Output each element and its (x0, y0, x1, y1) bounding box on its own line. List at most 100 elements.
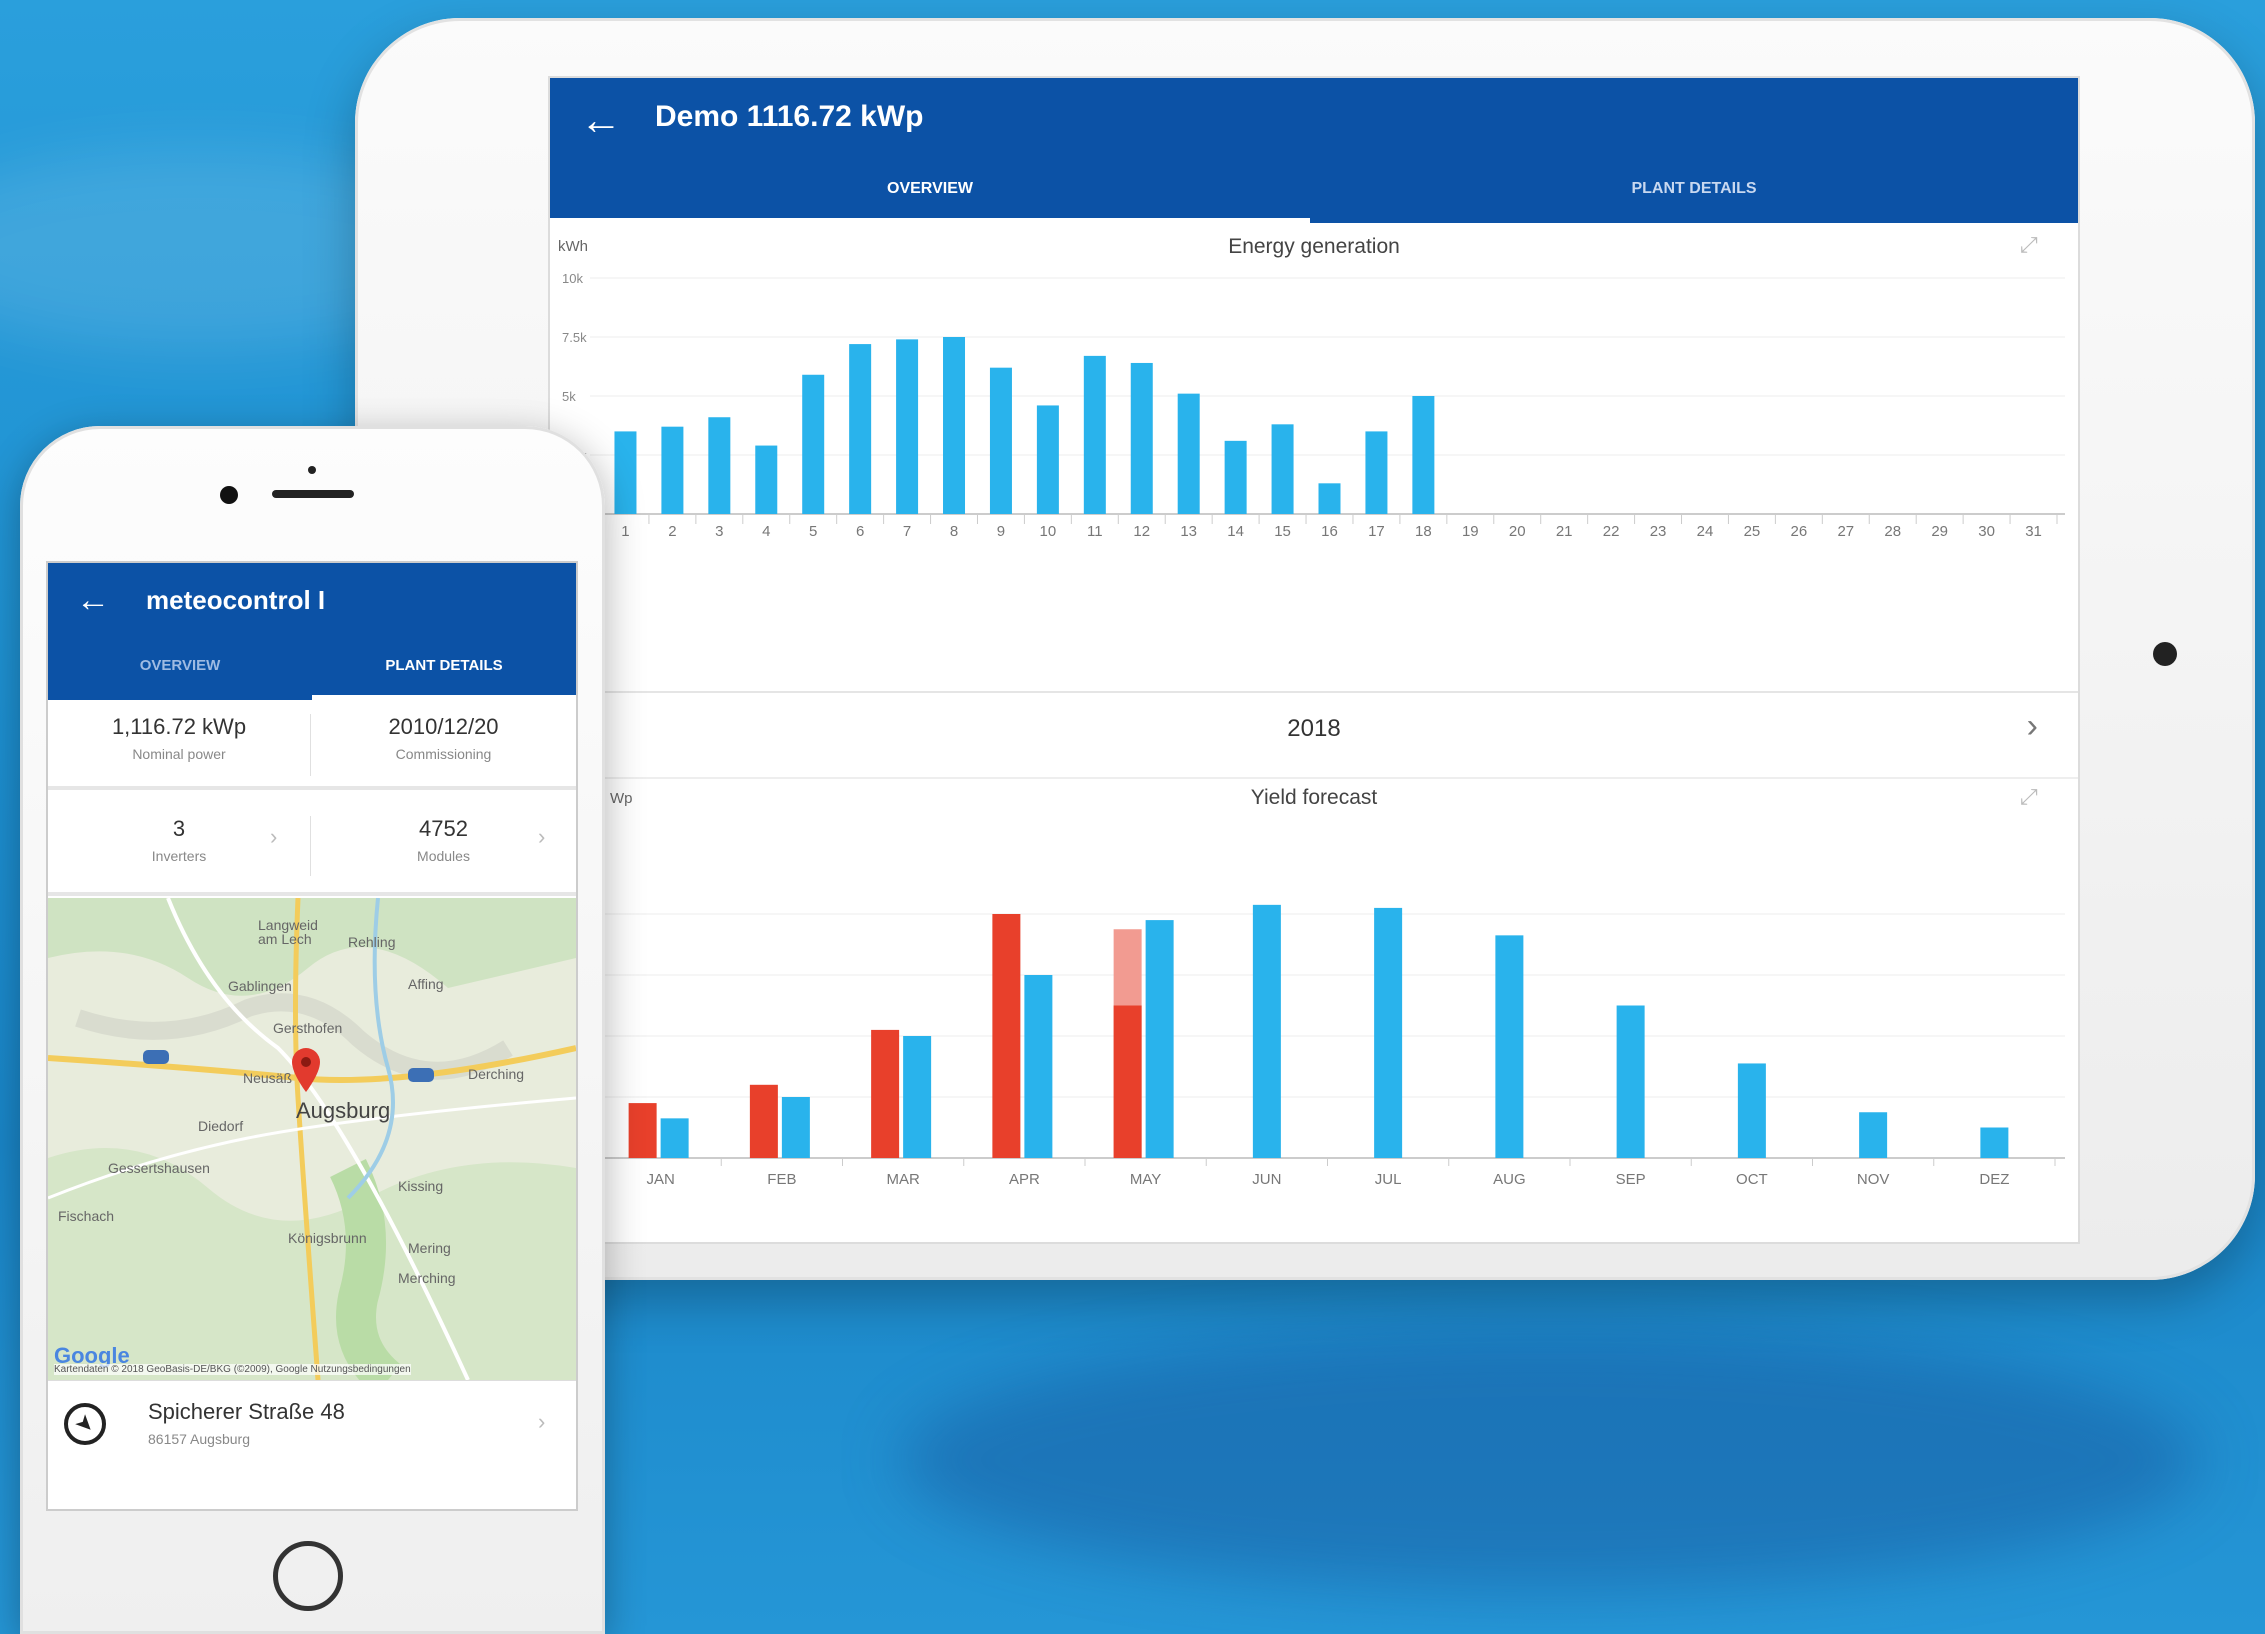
x-tick-label: 20 (1509, 523, 1526, 540)
tab-plant-details[interactable]: PLANT DETAILS (312, 657, 576, 674)
tab-overview[interactable]: OVERVIEW (550, 180, 1310, 198)
map-place-label: Diedorf (198, 1118, 244, 1134)
x-tick-label: 13 (1180, 523, 1197, 540)
map-place-label: Augsburg (296, 1098, 391, 1123)
x-tick-label: 29 (1931, 523, 1948, 540)
chevron-right-icon[interactable]: › (2027, 707, 2038, 746)
map-attribution[interactable]: Kartendaten © 2018 GeoBasis-DE/BKG (©200… (54, 1364, 411, 1375)
x-tick-label: 12 (1133, 523, 1150, 540)
bar (661, 426, 684, 514)
bar-blue (1859, 1112, 1888, 1158)
home-button[interactable] (273, 1541, 343, 1611)
x-tick-label: 1 (621, 523, 629, 540)
chevron-right-icon[interactable]: › (538, 824, 545, 850)
bar-blue (1495, 935, 1524, 1158)
x-tick-label: 7 (903, 523, 911, 540)
x-tick-label: 30 (1978, 523, 1995, 540)
bar-red (1113, 1005, 1142, 1158)
arrow-left-icon[interactable]: ← (580, 96, 622, 144)
commissioning-value: 2010/12/20 (388, 714, 499, 739)
x-tick-label: 23 (1650, 523, 1667, 540)
bar-red (871, 1029, 900, 1158)
map-place-label: Gersthofen (273, 1020, 343, 1036)
bar-blue (903, 1036, 932, 1158)
x-tick-label: APR (1009, 1171, 1040, 1188)
info-row: 1,116.72 kWp Nominal power 2010/12/20 Co… (48, 700, 576, 790)
bar (1083, 355, 1106, 514)
x-tick-label: 8 (950, 523, 958, 540)
energy-chart: 10k7.5k5k2.5k123456789101112131415161718… (562, 271, 2065, 540)
expand-icon[interactable]: ⤢ (2020, 232, 2038, 258)
bar (802, 374, 825, 514)
x-tick-label: 26 (1791, 523, 1808, 540)
x-tick-label: JUL (1375, 1171, 1402, 1188)
bar (1271, 424, 1294, 514)
x-tick-label: 21 (1556, 523, 1573, 540)
bar-blue (781, 1097, 810, 1158)
bar-red (992, 914, 1021, 1158)
bar-blue (1374, 907, 1403, 1158)
bar (1177, 393, 1200, 514)
bar-blue (1024, 975, 1053, 1158)
phone-screen: ← meteocontrol I OVERVIEW PLANT DETAILS … (48, 563, 576, 1509)
x-tick-label: 11 (1087, 523, 1103, 540)
arrow-left-icon[interactable]: ← (76, 581, 110, 620)
yield-chart: JAN FEB MAR APR MAY JUN JUL AUG SEP OCT NOV DEZ (590, 904, 2065, 1188)
tablet-device: ← Demo 1116.72 kWp OVERVIEW PLANT DETAIL… (355, 18, 2255, 1280)
y-tick-label: 10k (562, 271, 583, 286)
map-place-label: Neusäß (243, 1070, 293, 1086)
x-tick-label: JAN (646, 1171, 674, 1188)
chevron-right-icon[interactable]: › (270, 824, 277, 850)
x-tick-label: 6 (856, 523, 864, 540)
bar (1224, 440, 1247, 514)
bar-blue (1145, 920, 1174, 1158)
x-tick-label: SEP (1616, 1171, 1646, 1188)
map-place-label: Rehling (348, 934, 396, 950)
map-place-label: Königsbrunn (288, 1230, 367, 1246)
x-tick-label: NOV (1857, 1171, 1890, 1188)
bar (943, 337, 966, 514)
map-place-label: Gablingen (228, 978, 292, 994)
plant-title: Demo 1116.72 kWp (655, 100, 924, 133)
yield-chart-title: Yield forecast (1250, 786, 1378, 809)
year-label: 2018 (1287, 715, 1341, 742)
bar (1036, 405, 1059, 514)
x-tick-label: OCT (1736, 1171, 1768, 1188)
address-row[interactable]: ➤ Spicherer Straße 48 86157 Augsburg › (48, 1380, 576, 1490)
y-tick-label: 5k (562, 389, 576, 404)
address-city: 86157 Augsburg (148, 1431, 250, 1447)
chevron-right-icon[interactable]: › (538, 1409, 545, 1435)
expand-icon[interactable]: ⤢ (2020, 784, 2038, 810)
map-place-label: Langweid am Lech (258, 917, 318, 947)
tab-overview[interactable]: OVERVIEW (48, 657, 312, 674)
x-tick-label: 10 (1040, 523, 1057, 540)
active-tab-indicator (550, 218, 1310, 223)
y-tick-label: 7.5k (562, 330, 587, 345)
x-tick-label: 18 (1415, 523, 1432, 540)
x-tick-label: FEB (767, 1171, 796, 1188)
background-blur (900, 1330, 2200, 1590)
nominal-power-value: 1,116.72 kWp (111, 714, 247, 739)
year-selector[interactable]: 2018 › (550, 691, 2078, 779)
location-map[interactable]: Langweid am Lech Rehling Gablingen Affin… (48, 898, 576, 1380)
inverters-label: Inverters (151, 848, 207, 864)
phone-speaker (272, 490, 354, 498)
phone-sensor (308, 466, 316, 474)
x-tick-label: 4 (762, 523, 770, 540)
app-title: meteocontrol I (146, 585, 326, 615)
x-tick-label: 16 (1321, 523, 1338, 540)
x-tick-label: 17 (1368, 523, 1385, 540)
map-place-label: Affing (408, 976, 444, 992)
bar-blue (1252, 904, 1281, 1158)
x-tick-label: JUN (1252, 1171, 1281, 1188)
x-tick-label: 2 (668, 523, 676, 540)
map-place-label: Fischach (58, 1208, 115, 1224)
bar (755, 445, 778, 514)
x-tick-label: 28 (1884, 523, 1901, 540)
x-tick-label: MAR (886, 1171, 920, 1188)
nominal-power-label: Nominal power (132, 746, 226, 762)
map-place-label: Gessertshausen (108, 1160, 210, 1176)
tab-plant-details[interactable]: PLANT DETAILS (1310, 180, 2078, 198)
x-tick-label: 31 (2025, 523, 2042, 540)
modules-cell[interactable]: 4752 Modules (312, 816, 575, 864)
